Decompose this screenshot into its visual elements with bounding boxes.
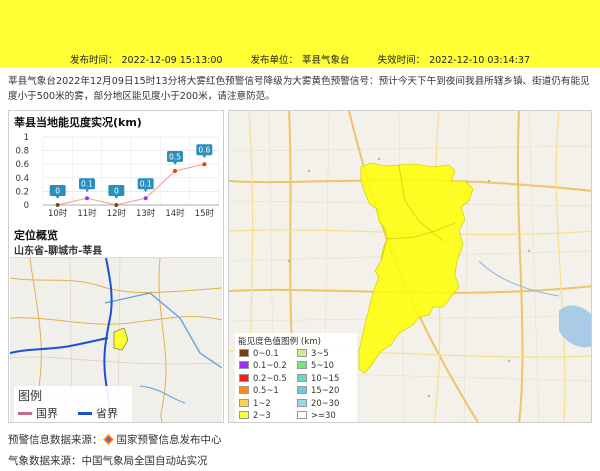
visibility-legend-item: 3~5	[297, 348, 329, 358]
warning-description: 莘县气象台2022年12月09日15时13分将大雾红色预警信号降级为大雾黄色预警…	[8, 76, 590, 102]
visibility-legend-item: >=30	[297, 410, 336, 420]
legend-label: 20~30	[311, 397, 340, 408]
overview-map[interactable]: 图例 国界 省界	[10, 257, 222, 422]
visibility-legend-item: 0.5~1	[239, 385, 279, 395]
nmc-logo-icon	[102, 434, 114, 445]
value-label: 0.1	[140, 180, 152, 189]
legend-swatch	[239, 411, 249, 419]
legend-label: 0.5~1	[253, 385, 279, 396]
x-tick-label: 13时	[136, 208, 156, 219]
visibility-point	[85, 196, 89, 201]
legend-label: 0.1~0.2	[253, 360, 287, 371]
visibility-chart-svg: 0 0.2 0.4 0.6 0.8 1 0 10时 0.1 11时 0 12时 0.1 13时 0.5 14时…	[15, 133, 220, 219]
detail-map[interactable]: 能见度色值图例 (km) 0~0.1 3~5 0.1~0.2 5~10 0.2~0.5 1…	[228, 110, 592, 423]
visibility-point	[55, 203, 60, 207]
visibility-legend-item: 5~10	[297, 360, 334, 370]
y-tick-label: 0.4	[15, 174, 29, 184]
x-tick-label: 10时	[48, 208, 68, 219]
legend-province-border: 省界	[78, 405, 118, 421]
overview-legend: 图例 国界 省界	[14, 386, 132, 422]
y-tick-label: 0.8	[15, 147, 29, 157]
legend-swatch	[297, 373, 307, 382]
warning-source: 预警信息数据来源： 国家预警信息发布中心	[8, 432, 222, 447]
y-tick-label: 0.2	[15, 187, 29, 197]
legend-label: 15~20	[311, 385, 340, 396]
legend-label: 2~3	[253, 410, 271, 420]
legend-label: 0.2~0.5	[253, 372, 287, 383]
visibility-legend-item: 15~20	[297, 385, 339, 395]
y-tick-label: 0.6	[15, 160, 29, 170]
legend-label: 0~0.1	[253, 348, 279, 358]
publisher: 莘县气象台	[302, 55, 350, 66]
legend-label: 10~15	[311, 372, 340, 383]
publish-time-label: 发布时间：	[70, 55, 118, 66]
x-tick-label: 15时	[195, 208, 215, 219]
value-label: 0.6	[198, 146, 210, 155]
legend-national-border: 国界	[18, 405, 58, 421]
legend-swatch	[297, 361, 307, 370]
x-tick-label: 12时	[107, 208, 127, 219]
legend-label: 3~5	[311, 348, 329, 358]
warning-meta: 发布时间： 2022-12-09 15:13:00 发布单位： 莘县气象台 失效时间…	[0, 52, 600, 66]
warning-source-name[interactable]: 国家预警信息发布中心	[117, 432, 222, 447]
visibility-legend-item: 0.1~0.2	[239, 360, 287, 370]
visibility-point	[114, 203, 119, 207]
value-label: 0.5	[169, 153, 181, 162]
publish-time: 2022-12-09 15:13:00	[121, 55, 223, 66]
location-path: 山东省-聊城市-莘县	[14, 246, 103, 257]
publisher-label: 发布单位：	[250, 55, 298, 66]
value-label: 0	[55, 187, 60, 196]
value-label: 0	[114, 187, 119, 196]
visibility-legend-item: 0.2~0.5	[239, 373, 287, 383]
legend-label: 1~2	[253, 397, 271, 408]
expire-time: 2022-12-10 03:14:37	[429, 55, 530, 66]
y-tick-label: 1	[24, 133, 29, 143]
legend-swatch	[297, 411, 307, 419]
value-label: 0.1	[81, 180, 93, 189]
legend-label: >=30	[311, 410, 336, 420]
location-title: 定位概览	[14, 229, 58, 242]
visibility-legend-title: 能见度色值图例 (km)	[238, 337, 321, 347]
legend-swatch	[297, 386, 307, 395]
visibility-chart: 0 0.2 0.4 0.6 0.8 1 0 10时 0.1 11时 0 12时 0.1 13时 0.5 14时…	[9, 131, 225, 227]
visibility-legend: 能见度色值图例 (km) 0~0.1 3~5 0.1~0.2 5~10 0.2~0.5 1…	[235, 333, 357, 422]
x-tick-label: 14时	[165, 208, 185, 219]
left-panel: 莘县当地能见度实况(km) 0 0.2 0.4 0.6 0.8 1 0 10时 0.1 11时 0 1…	[8, 110, 224, 423]
visibility-point	[202, 162, 207, 167]
visibility-legend-item: 20~30	[297, 398, 339, 408]
visibility-point	[143, 196, 148, 201]
x-tick-label: 11时	[77, 208, 97, 219]
weather-source: 气象数据来源：中国气象局全国自动站实况	[8, 455, 208, 467]
legend-swatch	[239, 361, 249, 370]
expire-label: 失效时间：	[377, 55, 426, 66]
visibility-legend-item: 2~3	[239, 410, 271, 420]
visibility-point	[173, 169, 177, 173]
legend-swatch	[239, 349, 249, 357]
y-tick-label: 0	[24, 201, 29, 211]
legend-swatch	[297, 398, 307, 407]
visibility-chart-title: 莘县当地能见度实况(km)	[14, 116, 142, 129]
legend-swatch	[297, 349, 307, 357]
visibility-legend-item: 1~2	[239, 398, 271, 408]
legend-label: 5~10	[311, 360, 335, 371]
visibility-legend-item: 0~0.1	[239, 348, 279, 358]
legend-swatch	[239, 398, 249, 407]
legend-swatch	[239, 373, 249, 382]
legend-swatch	[239, 386, 249, 395]
overview-legend-title: 图例	[18, 389, 43, 403]
visibility-legend-item: 10~15	[297, 373, 339, 383]
